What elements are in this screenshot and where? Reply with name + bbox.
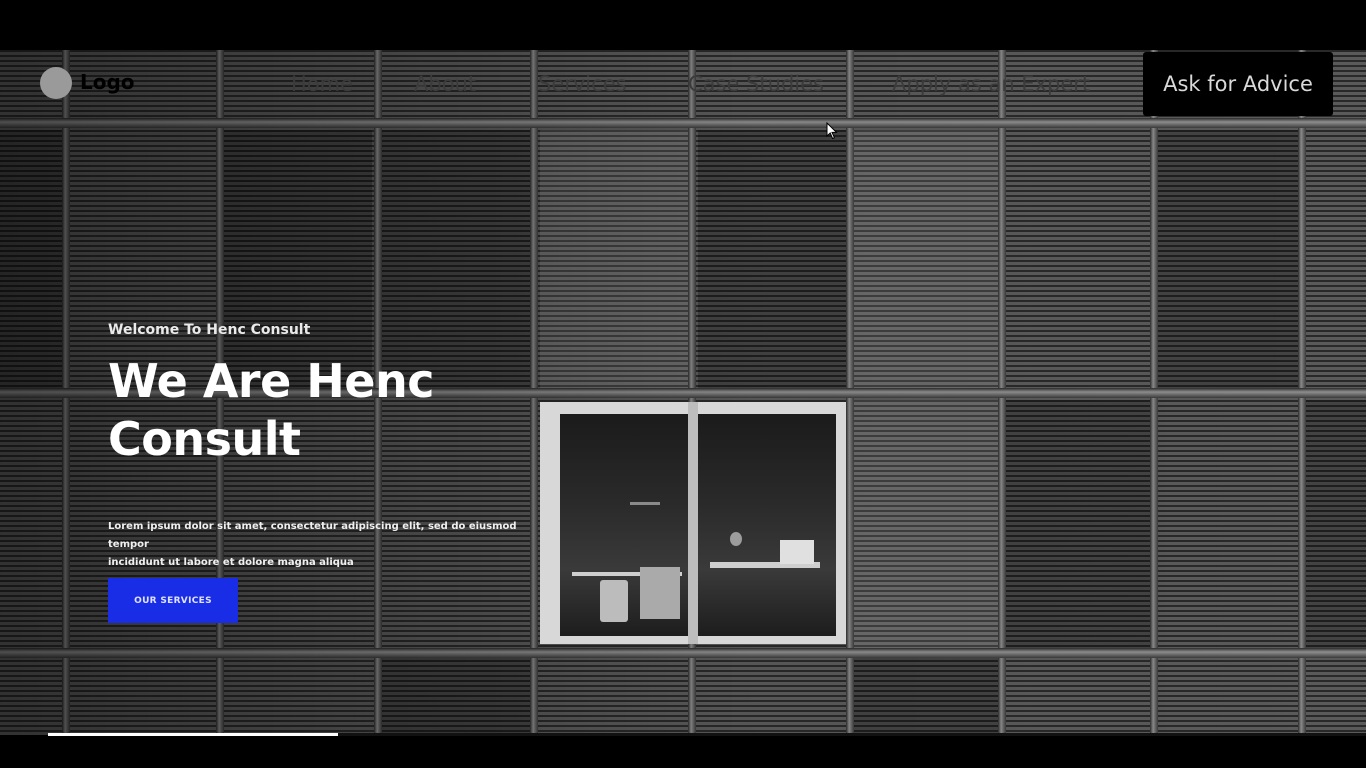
ask-for-advice-button[interactable]: Ask for Advice: [1143, 52, 1333, 116]
nav-link-about[interactable]: About: [414, 72, 476, 96]
our-services-button[interactable]: OUR SERVICES: [108, 578, 238, 623]
hero-headline-line-2: Consult: [108, 412, 301, 466]
hero-description-line-1: Lorem ipsum dolor sit amet, consectetur …: [108, 521, 517, 550]
nav-link-home[interactable]: Home: [291, 72, 353, 96]
logo-icon[interactable]: [40, 67, 72, 99]
hero-headline: We Are Henc Consult: [108, 352, 528, 468]
hero-eyebrow: Welcome To Henc Consult: [108, 322, 311, 338]
top-navbar: Logo Home About Services Case Studies Ap…: [0, 50, 1366, 120]
video-progress-fill: [48, 733, 338, 736]
nav-link-case-studies[interactable]: Case Studies: [688, 72, 824, 96]
office-window-image: [540, 402, 846, 644]
app-frame: Logo Home About Services Case Studies Ap…: [0, 0, 1366, 768]
nav-link-apply-as-expert[interactable]: Apply as an Expert: [892, 72, 1090, 96]
video-progress-bar[interactable]: [48, 733, 1366, 736]
mouse-cursor-icon: [826, 122, 838, 140]
hero-description: Lorem ipsum dolor sit amet, consectetur …: [108, 518, 548, 572]
hero-description-line-2: incididunt ut labore et dolore magna ali…: [108, 557, 354, 568]
hero-headline-line-1: We Are Henc: [108, 354, 435, 408]
logo-text[interactable]: Logo: [80, 70, 135, 94]
nav-link-services[interactable]: Services: [538, 72, 627, 96]
